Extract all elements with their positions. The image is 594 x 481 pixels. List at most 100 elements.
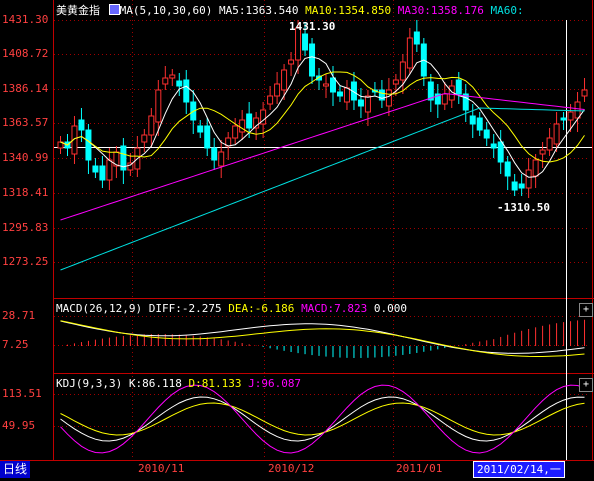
candle-body (239, 119, 246, 133)
price-chart[interactable] (54, 20, 592, 298)
kdj-d: D:81.133 (188, 377, 242, 390)
candle-body (574, 101, 581, 119)
macd-diff-line (60, 320, 585, 354)
candle-body (99, 165, 106, 181)
price-tick: 1273.25 (2, 255, 49, 268)
macd-header: MACD(26,12,9) DIFF:-2.275 DEA:-6.186 MAC… (56, 302, 407, 315)
candle-body (336, 91, 343, 97)
candle-body (525, 169, 532, 189)
kdj-k: K:86.118 (128, 377, 182, 390)
candle-body (483, 129, 490, 139)
candle-body (399, 61, 406, 81)
ma-indicator-label: MA(5,10,30,60) (119, 4, 213, 17)
candle-body (441, 93, 448, 105)
candle-body (539, 149, 546, 155)
macd-diff: DIFF:-2.275 (148, 302, 222, 315)
ma10-value: MA10:1354.850 (305, 4, 392, 17)
candle-body (148, 115, 155, 136)
date-label: 2011/01 (396, 462, 443, 475)
kdj-j-line (60, 384, 585, 454)
price-tick: 1386.14 (2, 82, 49, 95)
candle-body (267, 95, 274, 105)
ma5-value: MA5:1363.540 (218, 4, 299, 17)
kdj-header: KDJ(9,3,3) K:86.118 D:81.133 J:96.087 (56, 377, 301, 390)
candle-body (357, 99, 364, 107)
kdj-tick: 49.95 (2, 419, 36, 432)
macd-expand-button[interactable]: + (579, 303, 593, 317)
candle-body (197, 125, 204, 133)
price-tick: 1340.99 (2, 151, 49, 164)
macd-extra: 0.000 (373, 302, 408, 315)
candle-body (309, 43, 316, 77)
candle-body (385, 89, 392, 107)
ma60-value: MA60: (490, 4, 524, 17)
candle-body (183, 79, 190, 103)
instrument-title: 美黄金指 (56, 4, 100, 17)
ma-indicator-icon[interactable] (108, 4, 120, 15)
candle-body (455, 79, 462, 95)
price-tick: 1363.57 (2, 116, 49, 129)
candle-body (581, 89, 588, 97)
macd-tick: 7.25 (2, 338, 29, 351)
candle-body (141, 134, 148, 143)
candle-body (323, 83, 330, 87)
macd-label: MACD(26,12,9) (56, 302, 143, 315)
candle-body (85, 129, 92, 161)
main-header: 美黄金指 MA(5,10,30,60) MA5:1363.540 MA10:13… (56, 2, 524, 18)
date-label: 2010/11 (138, 462, 185, 475)
candle-body (497, 141, 504, 163)
macd-macd: MACD:7.823 (301, 302, 368, 315)
candle-body (176, 80, 183, 87)
price-tick: 1295.83 (2, 221, 49, 234)
candle-body (413, 31, 420, 45)
candle-body (92, 165, 99, 173)
candle-body (78, 119, 85, 131)
kdj-expand-button[interactable]: + (579, 378, 593, 392)
candle-body (504, 161, 511, 177)
kdj-j: J:96.087 (248, 377, 302, 390)
period-tab-daily[interactable]: 日线 (0, 461, 30, 478)
candle-body (232, 125, 239, 139)
candle-body (162, 77, 169, 85)
low-price-label: -1310.50 (497, 201, 550, 214)
price-tick: 1408.72 (2, 47, 49, 60)
candle-body (218, 151, 225, 167)
candle-body (288, 59, 295, 65)
price-tick: 1318.41 (2, 186, 49, 199)
kdj-tick: 113.51 (2, 387, 42, 400)
candle-body (518, 183, 525, 189)
macd-tick: 28.71 (2, 309, 36, 322)
candle-body (532, 159, 539, 177)
candle-body (392, 79, 399, 85)
candle-body (155, 89, 162, 123)
macd-dea: DEA:-6.186 (228, 302, 295, 315)
candle-body (560, 117, 567, 121)
candle-body (169, 74, 176, 79)
date-label: 2010/12 (268, 462, 315, 475)
candle-body (406, 37, 413, 69)
high-price-label: 1431.30 (289, 20, 336, 33)
candle-body (204, 125, 211, 149)
candle-body (476, 117, 483, 131)
candle-body (469, 115, 476, 125)
kdj-label: KDJ(9,3,3) (56, 377, 123, 390)
candle-body (364, 95, 371, 113)
candle-body (274, 83, 281, 97)
candle-body (329, 77, 336, 93)
candle-body (211, 147, 218, 161)
candle-body (302, 33, 309, 51)
candle-body (567, 111, 574, 121)
ma60-line (60, 107, 585, 271)
candle-body (343, 87, 350, 103)
candle-body (546, 137, 553, 151)
macd-dea-line (60, 320, 585, 357)
candle-body (246, 113, 253, 129)
candle-body (106, 159, 113, 181)
candle-body (511, 181, 518, 191)
candle-body (553, 123, 560, 145)
ma30-value: MA30:1358.176 (397, 4, 484, 17)
selected-date: 2011/02/14,一 (473, 461, 565, 478)
price-tick: 1431.30 (2, 13, 49, 26)
candle-body (281, 69, 288, 91)
candle-body (490, 143, 497, 149)
